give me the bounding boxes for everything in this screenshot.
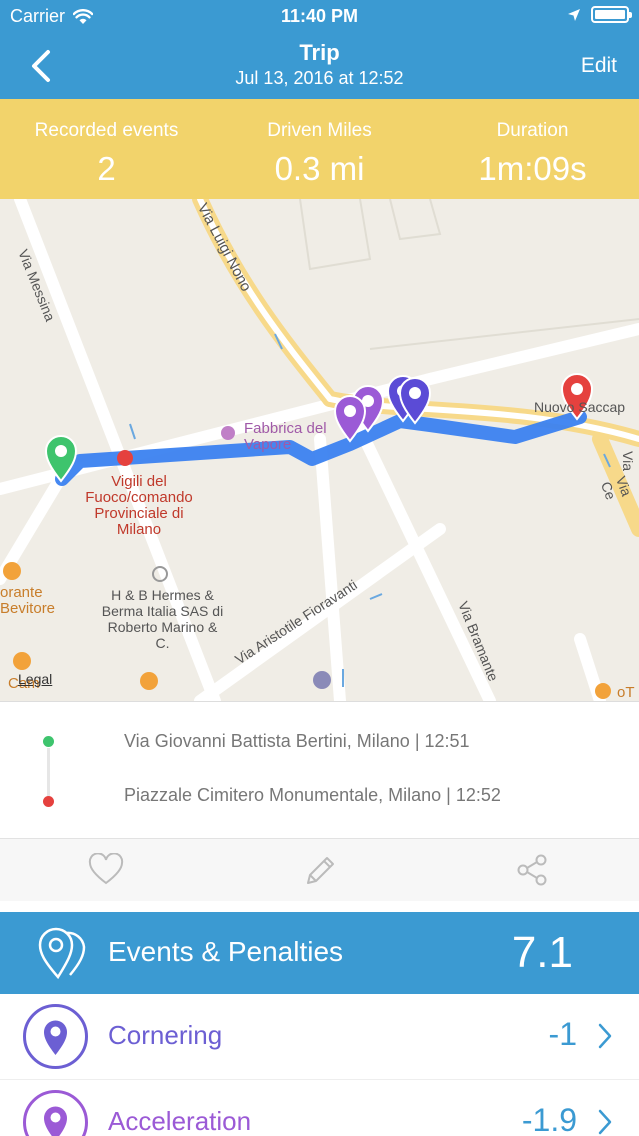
top-bar: Carrier 11:40 PM Trip Jul 13, 2016 at 12… (0, 0, 639, 99)
stat-driven-miles: Driven Miles 0.3 mi (213, 99, 426, 199)
nav-subtitle: Jul 13, 2016 at 12:52 (235, 68, 404, 88)
event-name: Acceleration (108, 1106, 252, 1136)
battery-icon (591, 6, 632, 23)
heart-icon[interactable] (88, 853, 124, 887)
place-label: H & B Hermes & Berma Italia SAS di Rober… (101, 587, 224, 651)
stat-recorded-events: Recorded events 2 (0, 99, 213, 199)
event-icon (23, 1090, 88, 1136)
event-value: -1.9 (521, 1102, 577, 1136)
map-legal-link[interactable]: Legal (18, 671, 52, 687)
share-icon[interactable] (514, 853, 550, 887)
action-bar (0, 838, 639, 901)
pin-icon (44, 1106, 67, 1136)
place-label: oT (617, 684, 635, 701)
stat-value: 1m:09s (478, 150, 587, 187)
place-label: Nuovo Saccap (534, 399, 626, 415)
end-location: Piazzale Cimitero Monumentale, Milano | … (124, 785, 501, 805)
trip-stats: Recorded events 2 Driven Miles 0.3 mi Du… (0, 99, 639, 199)
event-name: Cornering (108, 1020, 223, 1050)
place-label: Vigili del Fuoco/comando Provinciale di … (85, 473, 193, 538)
map-pins-icon (38, 927, 86, 980)
chevron-right-icon (598, 1023, 612, 1049)
nav-title: Trip (299, 40, 340, 65)
events-penalties-header[interactable]: Events & Penalties 7.1 (0, 912, 639, 994)
events-score: 7.1 (511, 928, 573, 977)
start-dot (43, 736, 54, 747)
stat-label: Duration (496, 120, 569, 141)
place-label: Fabbrica del Vapore (244, 420, 327, 453)
chevron-right-icon (598, 1109, 612, 1135)
pencil-icon[interactable] (302, 853, 338, 887)
pin-icon (44, 1020, 67, 1055)
start-location: Via Giovanni Battista Bertini, Milano | … (124, 731, 470, 751)
stat-duration: Duration 1m:09s (426, 99, 639, 199)
trip-locations: Via Giovanni Battista Bertini, Milano | … (0, 701, 639, 838)
event-row-acceleration[interactable]: Acceleration -1.9 (0, 1080, 639, 1136)
event-row-cornering[interactable]: Cornering -1 (0, 994, 639, 1080)
place-label: orante Bevitore (0, 584, 56, 617)
edit-button[interactable]: Edit (581, 54, 617, 78)
trip-map[interactable]: Via Messina Via Luigi Nono Via Aristotil… (0, 199, 639, 701)
stat-label: Recorded events (34, 120, 179, 141)
event-value: -1 (548, 1016, 577, 1052)
route-connector (47, 748, 50, 798)
nav-bar: Trip Jul 13, 2016 at 12:52 Edit (0, 34, 639, 99)
stat-value: 2 (97, 150, 116, 187)
stat-value: 0.3 mi (274, 150, 365, 187)
status-time: 11:40 PM (280, 6, 359, 26)
stat-label: Driven Miles (267, 120, 372, 141)
events-title: Events & Penalties (108, 936, 344, 967)
end-dot (43, 796, 54, 807)
status-bar: Carrier 11:40 PM (0, 0, 639, 34)
location-arrow-icon (568, 8, 580, 21)
street-label: Via (620, 451, 636, 471)
status-right (567, 6, 632, 23)
event-icon (23, 1004, 88, 1069)
